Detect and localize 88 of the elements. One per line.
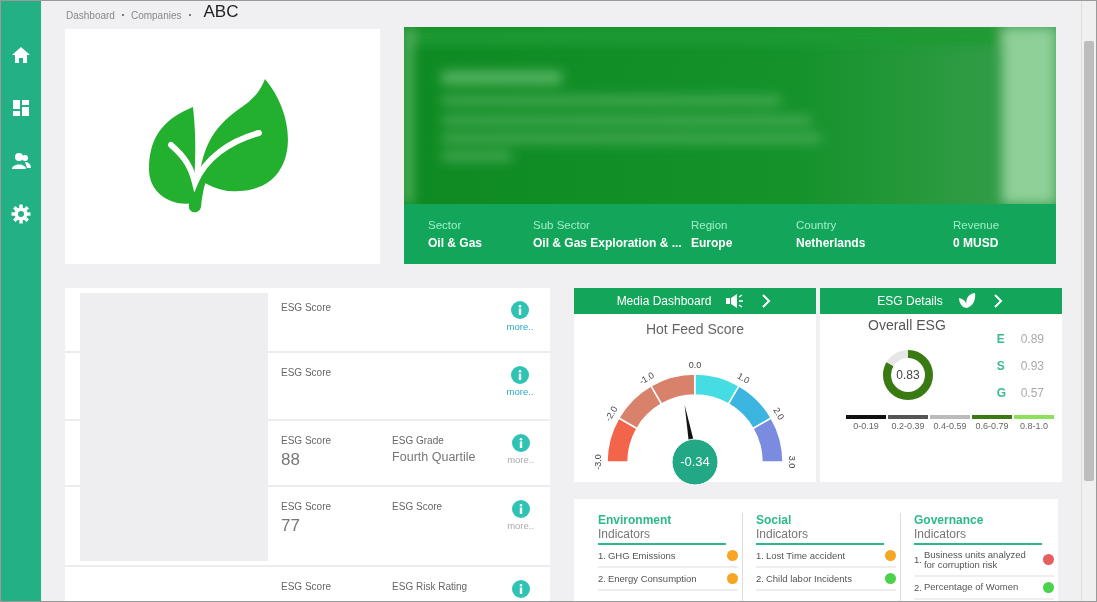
leaf-icon [956, 292, 977, 310]
more-link[interactable]: more.. [506, 386, 534, 397]
gauge-tick-label: -1.0 [637, 370, 656, 387]
home-icon[interactable] [11, 45, 31, 65]
column-subtitle: Indicators [914, 527, 1042, 545]
column-title: Social [756, 513, 793, 527]
info-value: Oil & Gas Exploration & ... [533, 235, 683, 250]
info-icon [518, 438, 523, 448]
column-subtitle: Indicators [756, 527, 884, 545]
gauge-tick-label: 3.0 [786, 455, 797, 469]
field-label: ESG Score [281, 302, 333, 313]
info-icon [518, 305, 522, 315]
info-value: Europe [691, 235, 734, 250]
gauge-segment [618, 385, 663, 430]
pillar-score: 0.57 [1020, 386, 1044, 400]
column-title: Environment [598, 513, 673, 527]
scrollbar[interactable] [1081, 1, 1096, 601]
field-label: ESG Score [392, 501, 444, 512]
donut-gauge [883, 350, 933, 400]
info-value: Netherlands [796, 235, 867, 250]
card-title: Media Dashboard [616, 294, 712, 308]
indicator-label: Business units analyzed for corruption risk [923, 550, 1027, 570]
field-value: Fourth Quartile [392, 450, 477, 464]
more-link[interactable]: more.. [506, 321, 534, 332]
field-label: ESG Risk Rating [392, 581, 469, 592]
settings-icon[interactable] [11, 204, 31, 224]
info-label: Revenue [953, 218, 1001, 231]
overall-score: 0.83 [896, 368, 920, 383]
legend-label: 0.4-0.59 [933, 421, 967, 431]
indicator-number: 1. [914, 554, 922, 566]
legend-label: 0.6-0.79 [975, 421, 1009, 431]
field-label: ESG Score [281, 367, 333, 378]
indicator-number: 2. [598, 573, 606, 584]
info-button[interactable] [511, 500, 530, 518]
indicator-number: 1. [598, 550, 606, 561]
field-label: ESG Score [281, 435, 333, 446]
legend-label: 0.8-1.0 [1020, 421, 1048, 431]
column-title: Governance [914, 513, 985, 527]
indicator-label: Child labor Incidents [765, 573, 853, 584]
info-label: Country [796, 218, 838, 231]
breadcrumb-link[interactable]: Companies [130, 9, 182, 21]
info-label: Sub Sector [533, 218, 591, 231]
indicator-number: 2. [756, 573, 764, 584]
gauge-segment [727, 385, 772, 430]
indicator-label: Lost Time accident [765, 550, 847, 561]
field-label: ESG Score [281, 581, 333, 592]
users-icon[interactable] [11, 151, 31, 171]
indicator-number: 1. [756, 550, 764, 561]
pillar-letter: E [996, 332, 1006, 346]
info-value: 0 MUSD [953, 235, 1000, 250]
megaphone-icon [725, 292, 746, 310]
gauge-title: Hot Feed Score [644, 321, 746, 337]
info-button[interactable] [511, 434, 530, 452]
pillar-letter: G [996, 386, 1007, 400]
gauge-tick-label: 1.0 [735, 370, 752, 386]
gauge-tick-label: 2.0 [771, 405, 787, 422]
info-icon [518, 504, 523, 514]
field-label: ESG Score [281, 501, 333, 512]
pillar-score: 0.93 [1020, 359, 1044, 373]
info-button[interactable] [511, 580, 530, 598]
field-value: 88 [281, 450, 301, 470]
pillar-letter: S [996, 359, 1006, 373]
indicator-label: Percentage of Women [923, 582, 1020, 593]
info-button[interactable] [511, 301, 529, 319]
info-label: Sector [428, 218, 463, 231]
indicator-label: Energy Consumption [607, 573, 698, 584]
breadcrumb-link[interactable]: Dashboard [66, 9, 115, 21]
column-subtitle: Indicators [598, 527, 726, 545]
legend-label: 0.2-0.39 [891, 421, 925, 431]
page-title: ABC [203, 2, 239, 22]
pillar-score: 0.89 [1020, 332, 1044, 346]
legend-label: 0-0.19 [853, 421, 879, 431]
gauge-reading: -0.34 [680, 454, 710, 470]
dashboard-icon[interactable] [11, 98, 31, 118]
field-value: 77 [281, 516, 301, 536]
info-button[interactable] [511, 366, 529, 384]
indicator-number: 2. [914, 581, 922, 593]
info-value: Oil & Gas [428, 235, 484, 250]
card-title: ESG Details [877, 294, 943, 308]
chart-title: Overall ESG [868, 317, 946, 333]
indicator-label: GHG Emissions [607, 550, 677, 561]
gauge-tick-label: -2.0 [603, 404, 620, 423]
gauge-tick-label: -3.0 [593, 454, 604, 470]
info-icon [518, 370, 522, 380]
info-label: Region [691, 218, 729, 231]
info-icon [518, 584, 523, 594]
gauge-tick-label: 0.0 [688, 360, 702, 371]
field-label: ESG Grade [392, 435, 445, 446]
